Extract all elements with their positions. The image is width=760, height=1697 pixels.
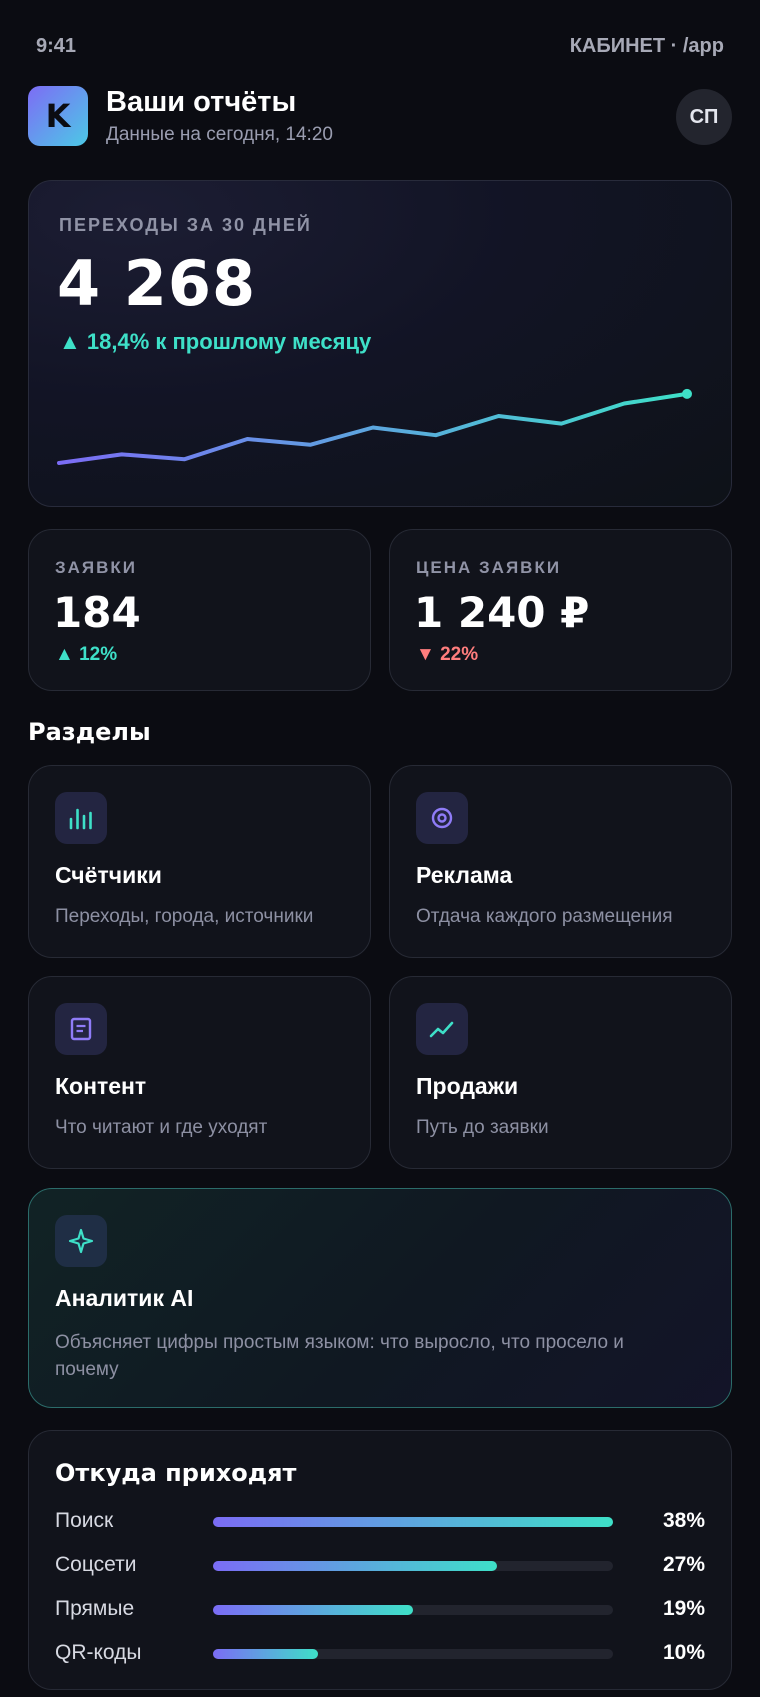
source-label: QR-коды <box>55 1641 142 1664</box>
traffic-sources-card: Откуда приходят Поиск 38% Соцсети 27% Прямые… <box>28 1430 732 1690</box>
page-header: K Ваши отчёты Данные на сегодня, 14:20 С… <box>28 86 732 148</box>
trend-up-icon <box>416 1003 468 1055</box>
source-row: Прямые 19% <box>55 1595 705 1625</box>
lead-cost-delta: ▼ 22% <box>416 644 479 665</box>
lead-cost-value: 1 240 ₽ <box>414 588 590 637</box>
source-label: Соцсети <box>55 1553 137 1576</box>
source-value: 10% <box>662 1641 705 1664</box>
trend-endpoint <box>682 388 692 399</box>
source-bar-track <box>213 1649 613 1659</box>
source-row: Поиск 38% <box>55 1507 705 1537</box>
section-ads-desc: Отдача каждого размещения <box>416 906 673 927</box>
ai-analyst-title: Аналитик AI <box>55 1285 194 1311</box>
section-ads[interactable]: Реклама Отдача каждого размещения <box>389 765 732 958</box>
section-sales[interactable]: Продажи Путь до заявки <box>389 976 732 1169</box>
source-label: Поиск <box>55 1509 114 1532</box>
ai-analyst-desc: Объясняет цифры простым языком: что выро… <box>55 1332 624 1380</box>
trend-line <box>57 391 689 465</box>
target-icon <box>416 792 468 844</box>
section-sales-title: Продажи <box>416 1073 519 1099</box>
app-logo[interactable]: K <box>28 86 88 146</box>
source-bar-fill <box>213 1561 498 1571</box>
leads-label: ЗАЯВКИ <box>55 558 138 577</box>
page-title: Ваши отчёты <box>106 86 297 118</box>
section-content[interactable]: Контент Что читают и где уходят <box>28 976 371 1169</box>
section-counters[interactable]: Счётчики Переходы, города, источники <box>28 765 371 958</box>
source-bar-track <box>213 1561 613 1571</box>
section-counters-title: Счётчики <box>55 862 162 888</box>
status-bar: 9:41 КАБИНЕТ · /app <box>36 32 724 60</box>
source-bar-fill <box>213 1517 613 1527</box>
bar-chart-icon <box>55 792 107 844</box>
visits-trend-chart <box>57 388 692 465</box>
source-row: Соцсети 27% <box>55 1551 705 1581</box>
source-bar-track <box>213 1605 613 1615</box>
leads-card[interactable]: ЗАЯВКИ 184 ▲ 12% <box>28 529 371 691</box>
visits-label: ПЕРЕХОДЫ ЗА 30 ДНЕЙ <box>59 215 312 235</box>
avatar[interactable]: СП <box>676 89 732 145</box>
leads-delta: ▲ 12% <box>55 644 118 665</box>
source-value: 38% <box>662 1509 705 1532</box>
status-time: 9:41 <box>36 34 77 57</box>
sections-title: Разделы <box>28 718 151 746</box>
source-value: 19% <box>662 1597 705 1620</box>
lead-cost-card[interactable]: ЦЕНА ЗАЯВКИ 1 240 ₽ ▼ 22% <box>389 529 732 691</box>
section-ads-title: Реклама <box>416 862 513 888</box>
source-label: Прямые <box>55 1597 135 1620</box>
visits-summary-card[interactable]: ПЕРЕХОДЫ ЗА 30 ДНЕЙ 4 268 ▲ 18,4% к прош… <box>28 180 732 507</box>
traffic-sources-title: Откуда приходят <box>55 1459 297 1487</box>
section-content-desc: Что читают и где уходят <box>55 1117 268 1138</box>
document-icon <box>55 1003 107 1055</box>
leads-value: 184 <box>53 588 141 637</box>
source-bar-fill <box>213 1605 413 1615</box>
visits-value: 4 268 <box>57 247 257 320</box>
section-counters-desc: Переходы, города, источники <box>55 906 314 927</box>
source-bar-fill <box>213 1649 319 1659</box>
source-bar-track <box>213 1517 613 1527</box>
source-row: QR-коды 10% <box>55 1639 705 1669</box>
source-value: 27% <box>662 1553 705 1576</box>
section-content-title: Контент <box>55 1073 147 1099</box>
page-subtitle: Данные на сегодня, 14:20 <box>106 124 333 145</box>
sparkle-icon <box>55 1215 107 1267</box>
lead-cost-label: ЦЕНА ЗАЯВКИ <box>416 558 562 577</box>
status-context: КАБИНЕТ · /app <box>569 34 724 57</box>
visits-delta: ▲ 18,4% к прошлому месяцу <box>59 329 372 354</box>
section-sales-desc: Путь до заявки <box>416 1117 549 1138</box>
ai-analyst-card[interactable]: Аналитик AI Объясняет цифры простым язык… <box>28 1188 732 1408</box>
